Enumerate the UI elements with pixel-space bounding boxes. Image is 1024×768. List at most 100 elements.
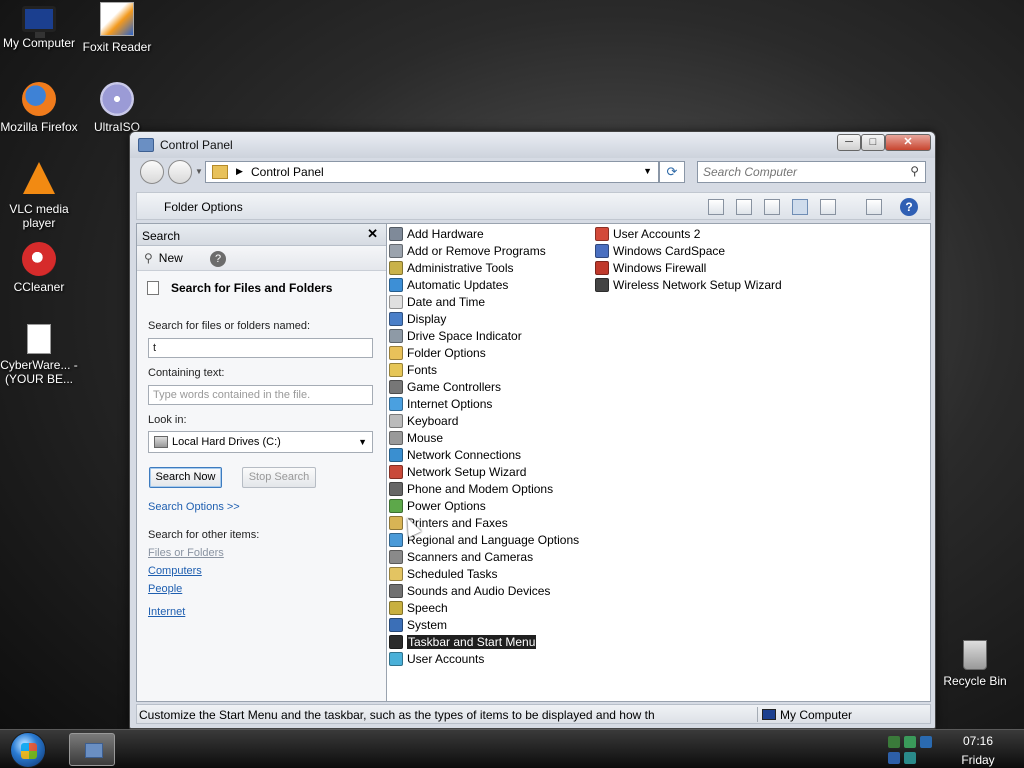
view-small-icons-icon[interactable] bbox=[736, 199, 752, 215]
view-large-icons-icon[interactable] bbox=[708, 199, 724, 215]
desktop-icon-ccleaner[interactable]: CCleaner bbox=[0, 242, 78, 294]
start-button[interactable] bbox=[10, 732, 46, 768]
control-panel-item-icon bbox=[389, 567, 403, 581]
desktop-icon-recycle-bin[interactable]: Recycle Bin bbox=[936, 640, 1014, 688]
control-panel-item-label: Phone and Modem Options bbox=[407, 482, 554, 496]
control-panel-item[interactable]: Keyboard bbox=[389, 413, 460, 429]
desktop-icon-ultraiso[interactable]: UltraISO bbox=[78, 82, 156, 134]
close-search-pane-icon[interactable]: ✕ bbox=[367, 226, 378, 242]
search-pane-toolbar: ⚲ New ? bbox=[137, 246, 386, 271]
search-box[interactable]: ⚲ bbox=[697, 161, 926, 183]
control-panel-item[interactable]: Windows CardSpace bbox=[595, 243, 727, 259]
control-panel-item[interactable]: Scanners and Cameras bbox=[389, 549, 535, 565]
window-title: Control Panel bbox=[160, 138, 233, 152]
address-field[interactable]: ▶ Control Panel ▼ bbox=[205, 161, 659, 183]
internet-link[interactable]: Internet bbox=[148, 606, 185, 618]
control-panel-item[interactable]: Internet Options bbox=[389, 396, 494, 412]
refresh-button[interactable]: ⟳ bbox=[659, 161, 685, 183]
files-or-folders-link[interactable]: Files or Folders bbox=[148, 547, 224, 559]
control-panel-item[interactable]: Add or Remove Programs bbox=[389, 243, 548, 259]
file-icon bbox=[27, 324, 51, 354]
chevron-down-icon[interactable]: ▼ bbox=[358, 437, 367, 447]
computer-icon bbox=[762, 709, 776, 720]
file-name-input[interactable]: t bbox=[148, 338, 373, 358]
desktop-icon-firefox[interactable]: Mozilla Firefox bbox=[0, 82, 78, 134]
breadcrumb-control-panel[interactable]: Control Panel bbox=[251, 165, 324, 179]
control-panel-item[interactable]: User Accounts bbox=[389, 651, 486, 667]
new-search-button[interactable]: ⚲ New bbox=[144, 251, 183, 265]
desktop-icon-foxit-reader[interactable]: Foxit Reader bbox=[78, 2, 156, 54]
control-panel-item-label: Add Hardware bbox=[407, 227, 484, 241]
control-panel-item[interactable]: System bbox=[389, 617, 449, 633]
preview-pane-icon[interactable] bbox=[866, 199, 882, 215]
taskbar: 07:16 Friday bbox=[0, 729, 1024, 768]
control-panel-item-label: Add or Remove Programs bbox=[407, 244, 546, 258]
control-panel-item[interactable]: Date and Time bbox=[389, 294, 487, 310]
breadcrumb-arrow-icon[interactable]: ▶ bbox=[236, 166, 243, 177]
window-titlebar[interactable]: Control Panel ─ □ ✕ bbox=[130, 132, 935, 158]
control-panel-item[interactable]: Taskbar and Start Menu bbox=[389, 634, 538, 650]
minimize-button[interactable]: ─ bbox=[837, 134, 861, 151]
help-icon[interactable]: ? bbox=[900, 198, 918, 216]
vlc-cone-icon bbox=[23, 162, 55, 194]
clock[interactable]: 07:16 Friday bbox=[950, 732, 1006, 768]
document-icon bbox=[147, 281, 159, 295]
desktop-icon-cyberware[interactable]: CyberWare... - (YOUR BE... bbox=[0, 324, 78, 386]
maximize-button[interactable]: □ bbox=[861, 134, 885, 151]
control-panel-item-icon bbox=[595, 227, 609, 241]
control-panel-item[interactable]: Power Options bbox=[389, 498, 488, 514]
tray-volume-icon[interactable] bbox=[904, 752, 916, 764]
control-panel-item[interactable]: Game Controllers bbox=[389, 379, 503, 395]
control-panel-item[interactable]: User Accounts 2 bbox=[595, 226, 702, 242]
address-dropdown-icon[interactable]: ▼ bbox=[643, 166, 652, 176]
tray-network-icon[interactable] bbox=[888, 752, 900, 764]
control-panel-item[interactable]: Administrative Tools bbox=[389, 260, 516, 276]
control-panel-item[interactable]: Network Setup Wizard bbox=[389, 464, 528, 480]
search-icon[interactable]: ⚲ bbox=[910, 164, 919, 178]
status-bar: Customize the Start Menu and the taskbar… bbox=[136, 704, 931, 724]
computer-icon bbox=[22, 6, 56, 38]
control-panel-item[interactable]: Fonts bbox=[389, 362, 439, 378]
control-panel-item[interactable]: Folder Options bbox=[389, 345, 488, 361]
tray-app-icon[interactable] bbox=[904, 736, 916, 748]
desktop-icon-vlc[interactable]: VLC media player bbox=[0, 162, 78, 230]
forward-button[interactable] bbox=[168, 160, 192, 184]
control-panel-item[interactable]: Speech bbox=[389, 600, 450, 616]
control-panel-item[interactable]: Display bbox=[389, 311, 448, 327]
control-panel-item-label: Administrative Tools bbox=[407, 261, 514, 275]
search-now-button[interactable]: Search Now bbox=[149, 467, 222, 488]
search-options-link[interactable]: Search Options >> bbox=[148, 501, 240, 513]
control-panel-item[interactable]: Phone and Modem Options bbox=[389, 481, 555, 497]
tray-app-icon[interactable] bbox=[888, 736, 900, 748]
close-button[interactable]: ✕ bbox=[885, 134, 931, 151]
control-panel-item[interactable]: Drive Space Indicator bbox=[389, 328, 524, 344]
tray-app-icon[interactable] bbox=[920, 736, 932, 748]
control-panel-item-icon bbox=[389, 601, 403, 615]
view-tiles-icon[interactable] bbox=[764, 199, 780, 215]
control-panel-item[interactable]: Sounds and Audio Devices bbox=[389, 583, 552, 599]
view-details-icon[interactable] bbox=[820, 199, 836, 215]
control-panel-item[interactable]: Network Connections bbox=[389, 447, 523, 463]
control-panel-item[interactable]: Wireless Network Setup Wizard bbox=[595, 277, 784, 293]
control-panel-item[interactable]: Scheduled Tasks bbox=[389, 566, 500, 582]
taskbar-control-panel-button[interactable] bbox=[69, 733, 115, 766]
control-panel-item[interactable]: Add Hardware bbox=[389, 226, 486, 242]
control-panel-item[interactable]: Automatic Updates bbox=[389, 277, 510, 293]
control-panel-item-label: System bbox=[407, 618, 448, 632]
computers-link[interactable]: Computers bbox=[148, 565, 202, 577]
containing-text-input[interactable]: Type words contained in the file. bbox=[148, 385, 373, 405]
look-in-select[interactable]: Local Hard Drives (C:) ▼ bbox=[148, 431, 373, 453]
history-dropdown-icon[interactable]: ▼ bbox=[195, 167, 203, 176]
search-computer-input[interactable] bbox=[698, 162, 898, 182]
control-panel-item[interactable]: Regional and Language Options bbox=[389, 532, 581, 548]
look-in-value: Local Hard Drives (C:) bbox=[172, 436, 281, 448]
control-panel-item[interactable]: Mouse bbox=[389, 430, 445, 446]
control-panel-item-icon bbox=[389, 312, 403, 326]
back-button[interactable] bbox=[140, 160, 164, 184]
search-help-icon[interactable]: ? bbox=[210, 251, 226, 267]
control-panel-item[interactable]: Windows Firewall bbox=[595, 260, 708, 276]
view-list-icon[interactable] bbox=[792, 199, 808, 215]
desktop-icon-my-computer[interactable]: My Computer bbox=[0, 2, 78, 50]
people-link[interactable]: People bbox=[148, 583, 182, 595]
folder-options-button[interactable]: Folder Options bbox=[164, 200, 243, 214]
